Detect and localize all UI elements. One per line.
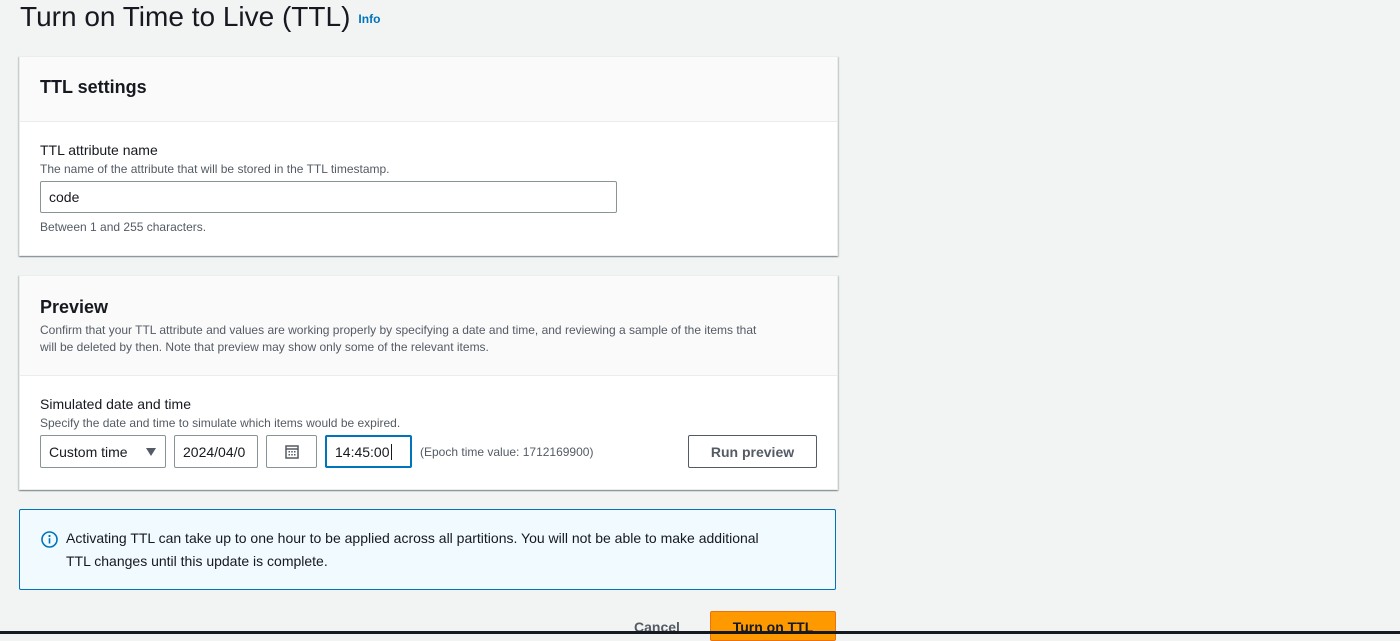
preview-description-line2: will be deleted by then. Note that previ… [40,340,489,354]
date-input[interactable]: 2024/04/0 [174,435,258,468]
ttl-attribute-description: The name of the attribute that will be s… [40,162,390,176]
turn-on-ttl-button[interactable]: Turn on TTL [710,611,836,641]
calendar-button[interactable] [266,435,317,468]
date-value: 2024/04/0 [183,443,246,460]
ttl-settings-panel: TTL settings TTL attribute name The name… [19,56,838,256]
calendar-icon [284,444,299,459]
info-circle-icon [41,531,58,548]
ttl-attribute-label: TTL attribute name [40,142,158,158]
alert-text-line1: Activating TTL can take up to one hour t… [66,530,759,546]
simulated-date-label: Simulated date and time [40,396,191,412]
page-title-text: Turn on Time to Live (TTL) [20,1,351,32]
preview-description-line1: Confirm that your TTL attribute and valu… [40,323,757,337]
alert-text-line2: TTL changes until this update is complet… [66,553,328,569]
preview-header: Preview Confirm that your TTL attribute … [20,276,837,376]
ttl-attribute-input[interactable]: code [40,181,617,213]
simulated-date-description: Specify the date and time to simulate wh… [40,416,401,430]
ttl-attribute-value: code [49,189,80,205]
turn-on-ttl-label: Turn on TTL [732,619,814,635]
page-title: Turn on Time to Live (TTL) Info [20,0,380,36]
time-mode-select[interactable]: Custom time [40,435,166,468]
ttl-info-alert: Activating TTL can take up to one hour t… [19,509,836,590]
caret-down-icon [146,447,156,456]
ttl-settings-heading: TTL settings [40,77,147,97]
preview-panel: Preview Confirm that your TTL attribute … [19,275,838,490]
time-value: 14:45:00 [335,443,390,460]
info-link[interactable]: Info [358,12,380,26]
ttl-attribute-constraint: Between 1 and 255 characters. [40,220,207,234]
text-cursor [390,443,392,460]
ttl-settings-header: TTL settings [20,57,837,122]
run-preview-button[interactable]: Run preview [688,435,817,468]
epoch-time-value: (Epoch time value: 1712169900) [420,445,594,459]
time-input[interactable]: 14:45:00 [325,435,412,468]
time-mode-value: Custom time [49,443,128,460]
preview-heading: Preview [40,297,109,317]
